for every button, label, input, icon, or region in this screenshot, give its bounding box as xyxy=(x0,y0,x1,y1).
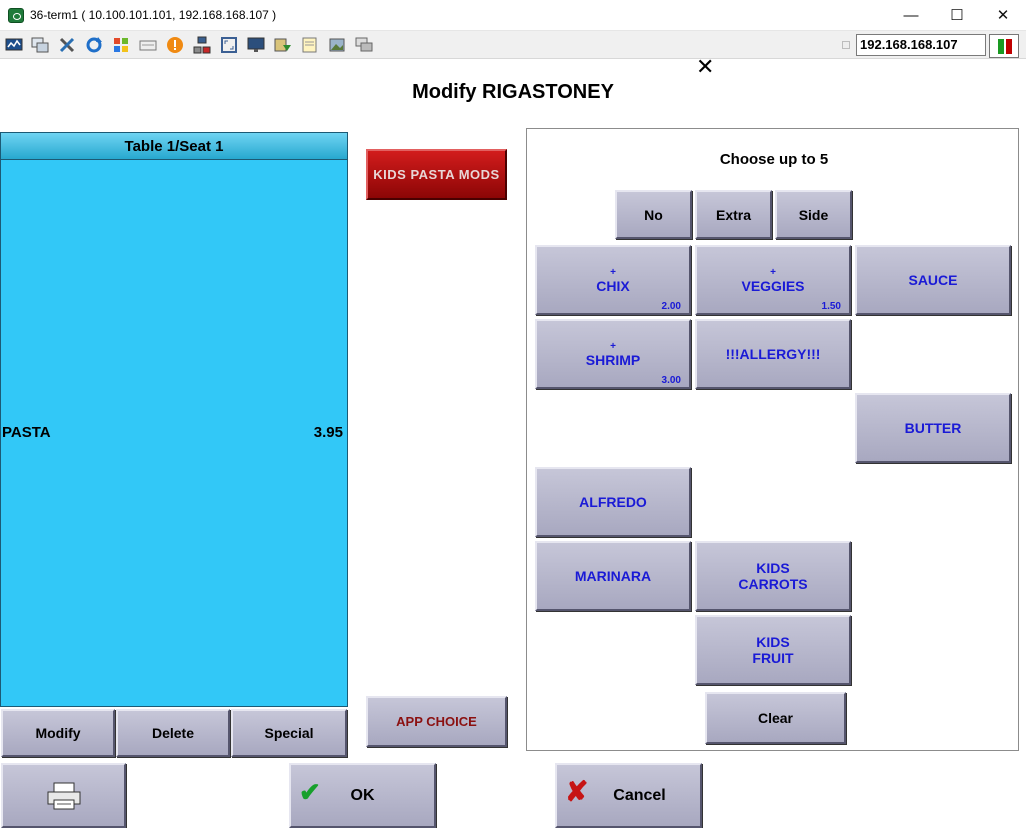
special-button[interactable]: Special xyxy=(231,709,347,757)
window-title: 36-term1 ( 10.100.101.101, 192.168.168.1… xyxy=(30,8,277,22)
keyboard-icon[interactable] xyxy=(138,35,158,55)
connection-status-indicator xyxy=(989,34,1019,58)
order-item-price: 3.95 xyxy=(313,424,343,441)
kids-carrots-line1: KIDS xyxy=(756,560,790,576)
printer-icon xyxy=(47,782,80,809)
display-icon[interactable] xyxy=(246,35,266,55)
notes-icon[interactable] xyxy=(300,35,320,55)
prefix-side-button[interactable]: Side xyxy=(775,190,852,239)
add-marker: + xyxy=(610,266,616,278)
window-titlebar: 36-term1 ( 10.100.101.101, 192.168.168.1… xyxy=(0,0,1026,31)
prefix-extra-button[interactable]: Extra xyxy=(695,190,772,239)
kids-fruit-line1: KIDS xyxy=(756,634,790,650)
cancel-button[interactable]: ✘ Cancel xyxy=(555,763,702,828)
order-panel: Table 1/Seat 1 PASTA 3.95 xyxy=(0,132,348,707)
chix-price: 2.00 xyxy=(661,301,681,312)
tools-icon[interactable] xyxy=(57,35,77,55)
cancel-label: Cancel xyxy=(613,786,666,804)
windows-logo-icon[interactable] xyxy=(111,35,131,55)
dialog-close-icon[interactable]: ✕ xyxy=(696,56,714,78)
delete-button[interactable]: Delete xyxy=(116,709,230,757)
print-button[interactable] xyxy=(1,763,126,828)
choose-limit-label: Choose up to 5 xyxy=(719,151,829,168)
chix-label: CHIX xyxy=(596,277,630,294)
screenshot-icon[interactable] xyxy=(327,35,347,55)
add-marker: + xyxy=(770,266,776,278)
kids-carrots-line2: CARROTS xyxy=(738,576,808,592)
sauce-button[interactable]: SAUCE xyxy=(855,245,1011,315)
marinara-button[interactable]: MARINARA xyxy=(535,541,691,611)
app-icon xyxy=(8,8,24,23)
ip-checkbox[interactable] xyxy=(842,41,850,49)
dialog-title: Modify RIGASTONEY xyxy=(412,81,614,103)
order-item-name: PASTA xyxy=(2,424,51,441)
windows-icon[interactable] xyxy=(30,35,50,55)
maximize-button[interactable]: ☐ xyxy=(934,0,980,31)
modify-button[interactable]: Modify xyxy=(1,709,115,757)
fullscreen-icon[interactable] xyxy=(219,35,239,55)
app-choice-button[interactable]: APP CHOICE xyxy=(366,696,507,747)
ip-address-field[interactable]: 192.168.168.107 xyxy=(856,34,986,56)
order-item-row[interactable]: PASTA 3.95 xyxy=(1,422,347,446)
transfer-icon[interactable] xyxy=(273,35,293,55)
ok-button[interactable]: ✔ OK xyxy=(289,763,436,828)
cancel-x-icon: ✘ xyxy=(565,776,589,807)
kids-fruit-line2: FRUIT xyxy=(752,650,794,666)
shrimp-label: SHRIMP xyxy=(585,351,641,368)
network-icon[interactable] xyxy=(192,35,212,55)
add-marker: + xyxy=(610,340,616,352)
prefix-no-button[interactable]: No xyxy=(615,190,692,239)
checkmark-icon: ✔ xyxy=(299,777,321,807)
status-bar-red xyxy=(1006,39,1012,54)
chix-button[interactable]: + CHIX 2.00 xyxy=(535,245,691,315)
chat-icon[interactable] xyxy=(354,35,374,55)
veggies-label: VEGGIES xyxy=(741,277,805,294)
allergy-button[interactable]: !!!ALLERGY!!! xyxy=(695,319,851,389)
seat-header: Table 1/Seat 1 xyxy=(1,133,347,160)
butter-button[interactable]: BUTTER xyxy=(855,393,1011,463)
ok-label: OK xyxy=(350,786,375,804)
kids-pasta-mods-button[interactable]: KIDS PASTA MODS xyxy=(366,149,507,200)
refresh-icon[interactable] xyxy=(84,35,104,55)
kids-carrots-button[interactable]: KIDS CARROTS xyxy=(695,541,851,611)
monitor-icon[interactable] xyxy=(4,35,24,55)
minimize-button[interactable]: — xyxy=(888,0,934,31)
status-bar-green xyxy=(998,39,1004,54)
close-window-button[interactable]: ✕ xyxy=(980,0,1026,31)
alert-icon[interactable] xyxy=(165,35,185,55)
kids-fruit-button[interactable]: KIDS FRUIT xyxy=(695,615,851,685)
shrimp-button[interactable]: + SHRIMP 3.00 xyxy=(535,319,691,389)
shrimp-price: 3.00 xyxy=(661,375,681,386)
clear-button[interactable]: Clear xyxy=(705,692,846,744)
veggies-price: 1.50 xyxy=(821,301,841,312)
veggies-button[interactable]: + VEGGIES 1.50 xyxy=(695,245,851,315)
alfredo-button[interactable]: ALFREDO xyxy=(535,467,691,537)
